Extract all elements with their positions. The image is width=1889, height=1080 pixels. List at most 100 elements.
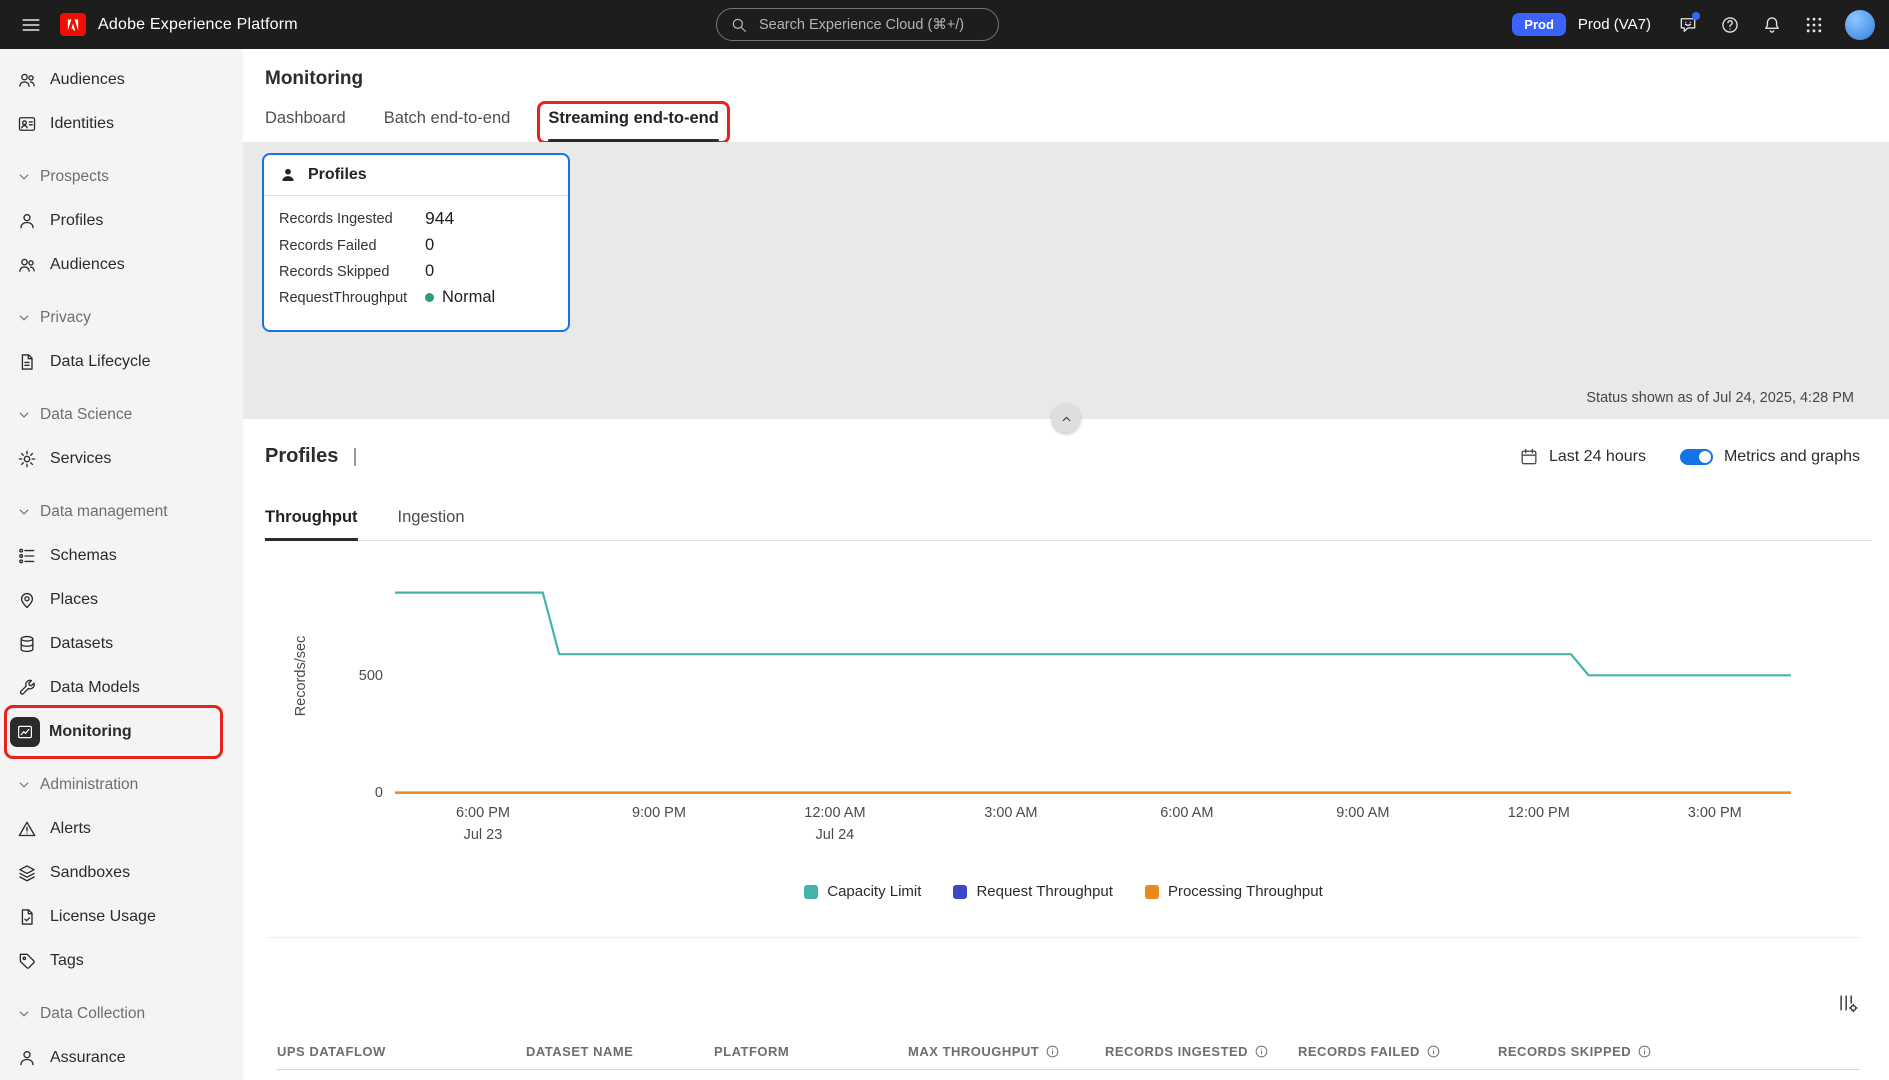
tag-icon: [19, 953, 35, 969]
metric-tabs: Throughput Ingestion: [265, 508, 1872, 541]
metric-row-records-ingested: Records Ingested 944: [279, 208, 455, 228]
time-range-label: Last 24 hours: [1548, 447, 1646, 465]
time-range-button[interactable]: Last 24 hours: [1513, 446, 1652, 468]
column-header-max-throughput: MAX THROUGHPUT: [908, 1044, 1105, 1059]
database-icon: [20, 635, 34, 653]
metric-row-records-failed: Records Failed 0: [279, 236, 435, 254]
avatar[interactable]: [1845, 9, 1875, 40]
sidebar-item-datasets[interactable]: Datasets: [0, 622, 243, 666]
sidebar-item-audiences[interactable]: Audiences: [0, 243, 243, 287]
sidebar-item-tags[interactable]: Tags: [0, 939, 243, 983]
column-header-records-ingested: RECORDS INGESTED: [1105, 1044, 1298, 1059]
legend-swatch: [953, 884, 968, 899]
wrench-icon: [19, 679, 35, 695]
warning-icon: [18, 821, 36, 837]
apps-grid-button[interactable]: [1795, 6, 1833, 44]
legend-item-request-throughput: Request Throughput: [953, 883, 1113, 900]
x-tick-label: 12:00 AM Jul 24: [804, 805, 866, 844]
sidebar-item-assurance[interactable]: Assurance: [0, 1036, 243, 1080]
main-content: Monitoring Dashboard Batch end-to-end Stre…: [243, 49, 1889, 1080]
tab-streaming-end-to-end[interactable]: Streaming end-to-end: [537, 101, 730, 144]
metric-row-requestthroughput: RequestThroughput Normal: [279, 288, 496, 306]
search-input[interactable]: [757, 15, 985, 34]
status-dot: [425, 293, 434, 302]
legend-item-processing-throughput: Processing Throughput: [1144, 883, 1323, 900]
collapse-panel-button[interactable]: [1051, 404, 1081, 433]
services-icon: [18, 450, 36, 468]
sidebar-section-data-science[interactable]: Data Science: [0, 393, 243, 437]
x-tick-label: 3:00 PM: [1687, 805, 1742, 821]
chevron-down-icon: [19, 412, 29, 418]
profiles-card[interactable]: Profiles Records Ingested 944 Records Fail…: [262, 153, 570, 332]
chevron-down-icon: [19, 782, 29, 788]
hamburger-menu-button[interactable]: [14, 8, 48, 42]
sidebar: Audiences Identities Prospects Profiles Audi…: [0, 49, 243, 1080]
sidebar-item-places[interactable]: Places: [0, 578, 243, 622]
doc-lifecycle-icon: [21, 354, 33, 370]
y-tick-label: 0: [374, 785, 383, 801]
title-divider: [354, 447, 356, 466]
sidebar-item-audiences[interactable]: Audiences: [0, 58, 243, 102]
sidebar-item-alerts[interactable]: Alerts: [0, 807, 243, 851]
x-tick-label: 9:00 PM: [631, 805, 686, 821]
status-text: Status shown as of Jul 24, 2025, 4:28 PM: [1586, 390, 1854, 406]
legend-swatch: [804, 884, 819, 899]
calendar-icon: [1521, 448, 1537, 464]
search-icon: [732, 18, 746, 32]
series-capacity-limit: [395, 591, 1791, 677]
table-settings-button[interactable]: [1833, 988, 1863, 1018]
app-window: Adobe Experience Platform Prod Prod (VA7…: [0, 0, 1889, 1080]
x-tick-label: 9:00 AM: [1336, 805, 1390, 821]
chevron-down-icon: [19, 315, 29, 321]
bell-button[interactable]: [1753, 6, 1791, 44]
sidebar-item-profiles[interactable]: Profiles: [0, 199, 243, 243]
metrics-graphs-toggle[interactable]: [1679, 448, 1713, 465]
help-button[interactable]: [1711, 6, 1749, 44]
sidebar-item-data-lifecycle[interactable]: Data Lifecycle: [0, 340, 243, 384]
sidebar-section-data-management[interactable]: Data management: [0, 490, 243, 534]
info-icon[interactable]: [1637, 1044, 1652, 1059]
x-tick-label: 3:00 AM: [984, 805, 1038, 821]
info-icon: [1427, 1045, 1440, 1058]
metric-tab-throughput[interactable]: Throughput: [265, 508, 358, 541]
x-tick-label: 6:00 PM Jul 23: [455, 805, 510, 844]
search-box[interactable]: [716, 8, 999, 41]
info-icon: [1638, 1045, 1651, 1058]
feedback-button[interactable]: [1669, 6, 1707, 44]
x-tick-label: 6:00 AM: [1160, 805, 1214, 821]
info-icon[interactable]: [1254, 1044, 1269, 1059]
info-icon[interactable]: [1426, 1044, 1441, 1059]
schemas-icon: [19, 548, 35, 564]
column-header-ups-dataflow: UPS DATAFLOW: [277, 1044, 386, 1059]
app-title: Adobe Experience Platform: [98, 15, 298, 33]
tab-dashboard[interactable]: Dashboard: [265, 109, 346, 142]
apps-grid-icon: [1806, 17, 1822, 32]
page-title: Monitoring: [265, 68, 364, 89]
sidebar-item-data-models[interactable]: Data Models: [0, 666, 243, 710]
sidebar-item-sandboxes[interactable]: Sandboxes: [0, 851, 243, 895]
sidebar-section-administration[interactable]: Administration: [0, 763, 243, 807]
column-header-dataset-name: DATASET NAME: [526, 1044, 634, 1059]
hamburger-icon: [22, 18, 40, 31]
sidebar-item-monitoring[interactable]: Monitoring: [0, 705, 243, 759]
legend-swatch: [1144, 884, 1159, 899]
info-icon[interactable]: [1045, 1044, 1060, 1059]
sidebar-item-services[interactable]: Services: [0, 437, 243, 481]
metrics-header: Profiles Last 24 hours Metrics and graph…: [265, 445, 1860, 468]
table-tools: [243, 988, 1863, 1018]
metric-tab-ingestion[interactable]: Ingestion: [398, 508, 465, 540]
sidebar-section-privacy[interactable]: Privacy: [0, 296, 243, 340]
chevron-down-icon: [19, 509, 29, 515]
sidebar-section-data-collection[interactable]: Data Collection: [0, 992, 243, 1036]
tab-batch-end-to-end[interactable]: Batch end-to-end: [384, 109, 511, 142]
metric-row-records-skipped: Records Skipped 0: [279, 262, 435, 280]
identity-icon: [18, 117, 36, 131]
env-badge: Prod: [1512, 13, 1566, 36]
sidebar-item-identities[interactable]: Identities: [0, 102, 243, 146]
sidebar-item-license-usage[interactable]: License Usage: [0, 895, 243, 939]
page-tabs: Dashboard Batch end-to-end Streaming end-t…: [243, 101, 1889, 144]
sidebar-section-prospects[interactable]: Prospects: [0, 155, 243, 199]
sidebar-item-schemas[interactable]: Schemas: [0, 534, 243, 578]
env-label[interactable]: Prod (VA7): [1578, 16, 1651, 33]
chevron-down-icon: [19, 1011, 29, 1017]
